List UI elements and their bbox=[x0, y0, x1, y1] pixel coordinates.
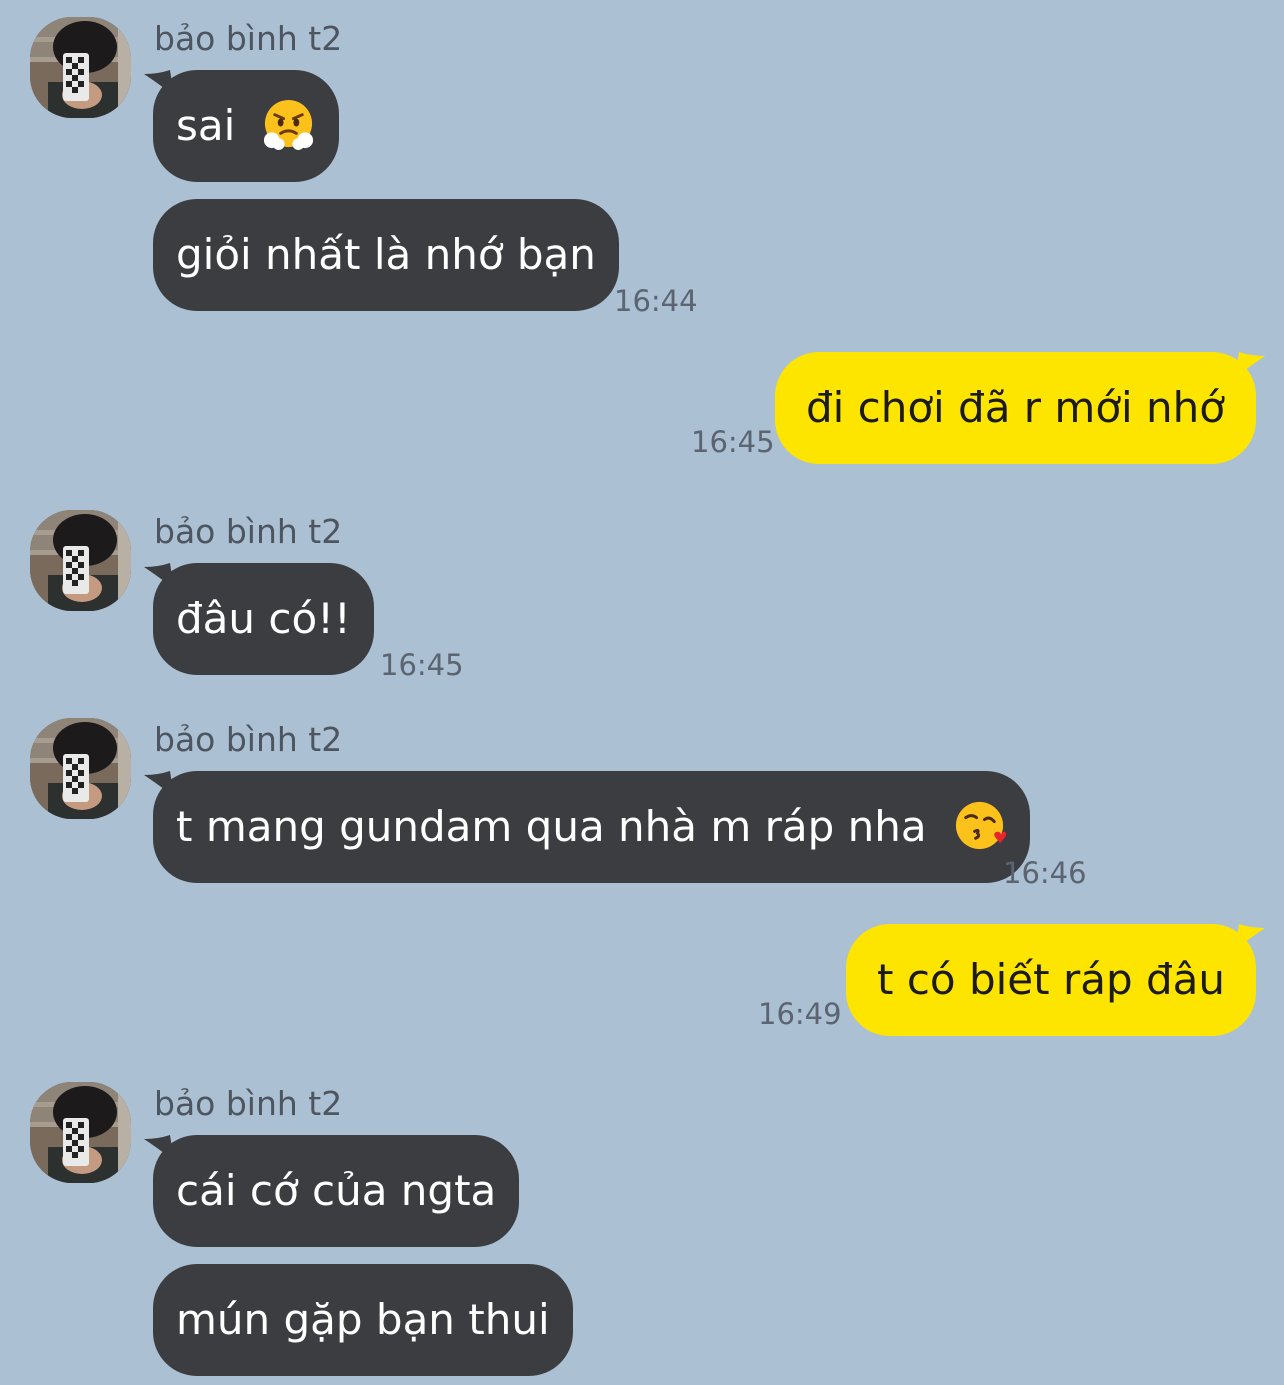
message-text: sai bbox=[176, 101, 236, 150]
message-text: mún gặp bạn thui bbox=[176, 1295, 550, 1344]
outgoing-message-bubble[interactable]: đi chơi đã r mới nhớ bbox=[774, 352, 1265, 464]
incoming-message-bubble[interactable]: cái cớ của ngta bbox=[144, 1135, 520, 1247]
message-text: giỏi nhất là nhớ bạn bbox=[176, 230, 596, 279]
contact-avatar[interactable] bbox=[30, 1082, 131, 1183]
message-text: t có biết ráp đâu bbox=[877, 955, 1225, 1004]
incoming-message-bubble[interactable]: đâu có!! bbox=[144, 563, 374, 675]
outgoing-message-bubble[interactable]: t có biết ráp đâu bbox=[846, 924, 1265, 1036]
message-timestamp: 16:46 bbox=[1003, 856, 1087, 890]
bubble-tail-icon bbox=[144, 771, 174, 797]
bubble-tail-icon bbox=[144, 70, 174, 96]
message-text: đi chơi đã r mới nhớ bbox=[805, 383, 1225, 432]
contact-avatar[interactable] bbox=[30, 17, 131, 118]
face-blowing-a-kiss-icon bbox=[955, 801, 1007, 850]
incoming-message-bubble[interactable]: sai bbox=[144, 70, 339, 182]
message-text: cái cớ của ngta bbox=[176, 1166, 497, 1215]
bubble-tail-icon bbox=[1235, 352, 1265, 378]
contact-avatar[interactable] bbox=[30, 718, 131, 819]
bubble-tail-icon bbox=[1235, 924, 1265, 950]
message-timestamp: 16:45 bbox=[380, 648, 464, 682]
incoming-message-bubble[interactable]: t mang gundam qua nhà m ráp nha bbox=[144, 771, 1030, 883]
message-timestamp: 16:44 bbox=[614, 284, 698, 318]
face-with-steam-from-nose-icon bbox=[263, 99, 313, 151]
chat-thread: bảo bình t2 sai giỏi nhất là nhớ bạn 16:… bbox=[0, 0, 1284, 1385]
message-text: t mang gundam qua nhà m ráp nha bbox=[176, 802, 927, 851]
sender-name: bảo bình t2 bbox=[154, 19, 343, 58]
message-timestamp: 16:45 bbox=[691, 425, 775, 459]
message-timestamp: 16:49 bbox=[758, 997, 842, 1031]
message-text: đâu có!! bbox=[176, 594, 351, 643]
sender-name: bảo bình t2 bbox=[154, 512, 343, 551]
incoming-message-bubble[interactable]: giỏi nhất là nhớ bạn bbox=[153, 199, 619, 311]
bubble-tail-icon bbox=[144, 1135, 174, 1161]
incoming-message-bubble[interactable]: mún gặp bạn thui bbox=[153, 1264, 573, 1376]
contact-avatar[interactable] bbox=[30, 510, 131, 611]
sender-name: bảo bình t2 bbox=[154, 1084, 343, 1123]
bubble-tail-icon bbox=[144, 563, 174, 589]
sender-name: bảo bình t2 bbox=[154, 720, 343, 759]
